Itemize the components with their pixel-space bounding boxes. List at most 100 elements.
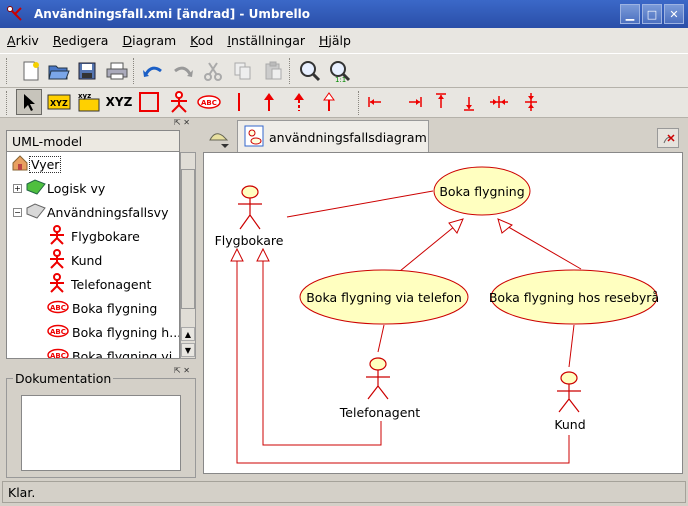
new-document-icon[interactable] bbox=[18, 58, 44, 84]
collapse-icon[interactable]: − bbox=[13, 207, 22, 217]
tree-item-telefonagent[interactable]: Telefonagent bbox=[47, 272, 151, 296]
align-v-center-icon[interactable] bbox=[518, 89, 544, 115]
umbrello-app-icon[interactable] bbox=[4, 3, 26, 25]
tree-item-boka-flygning-hos[interactable]: ABC Boka flygning h... bbox=[47, 321, 179, 343]
paste-icon[interactable] bbox=[260, 58, 286, 84]
svg-text:ABC: ABC bbox=[50, 328, 66, 336]
dock-controls[interactable]: ⇱ ✕ bbox=[174, 118, 190, 127]
new-diagram-icon[interactable] bbox=[207, 126, 233, 150]
tab-anvandningsfallsdiagram[interactable]: användningsfallsdiagram bbox=[237, 120, 429, 153]
dock-controls[interactable]: ⇱ ✕ bbox=[174, 366, 190, 375]
actor-label: Flygbokare bbox=[215, 233, 284, 248]
dashed-arrow-up-icon[interactable] bbox=[286, 89, 312, 115]
menu-kod[interactable]: Kod bbox=[183, 33, 220, 48]
toolbar-grip[interactable] bbox=[6, 91, 9, 115]
generalization-arrowhead bbox=[497, 218, 513, 234]
generalization-line[interactable] bbox=[504, 224, 582, 270]
title-bar: Användningsfall.xmi [ändrad] - Umbrello … bbox=[0, 0, 688, 28]
select-arrow-icon[interactable] bbox=[16, 89, 42, 115]
text-xyz-box-icon[interactable]: XYZ bbox=[46, 89, 72, 115]
documentation-textarea[interactable] bbox=[21, 395, 181, 471]
open-arrow-up-icon[interactable] bbox=[316, 89, 342, 115]
maximize-button[interactable]: □ bbox=[642, 4, 662, 24]
uml-model-pane: ⇱ ✕ UML-model Vyer + Logisk vy − Användn… bbox=[4, 118, 197, 480]
actor-flygbokare[interactable] bbox=[238, 185, 262, 230]
copy-icon[interactable] bbox=[230, 58, 256, 84]
align-left-icon[interactable] bbox=[362, 89, 388, 115]
tree-item-boka-flygning[interactable]: ABC Boka flygning bbox=[47, 297, 157, 319]
tree-item-anvandningsfallsvy[interactable]: − Användningsfallsvy bbox=[13, 201, 168, 223]
toolbar-separator bbox=[358, 91, 361, 115]
toolbar-separator bbox=[133, 58, 136, 84]
expand-icon[interactable]: + bbox=[13, 183, 22, 193]
align-h-center-icon[interactable] bbox=[486, 89, 512, 115]
box-icon[interactable] bbox=[136, 89, 162, 115]
status-bar: Klar. bbox=[2, 481, 686, 503]
actor-label: Kund bbox=[554, 417, 585, 432]
menu-redigera[interactable]: Redigera bbox=[46, 33, 116, 48]
green-folder-icon bbox=[25, 178, 47, 199]
uml-tree: Vyer + Logisk vy − Användningsfallsvy Fl… bbox=[6, 152, 180, 359]
diagram-tabs: användningsfallsdiagram bbox=[203, 120, 683, 153]
undo-icon[interactable] bbox=[140, 58, 166, 84]
align-bottom-icon[interactable] bbox=[456, 89, 482, 115]
svg-text:XYZ: XYZ bbox=[50, 99, 68, 108]
menu-installningar[interactable]: Inställningar bbox=[220, 33, 312, 48]
menu-diagram[interactable]: Diagram bbox=[115, 33, 183, 48]
diagram-canvas[interactable]: Flygbokare Telefonagent Kund Boka flygni… bbox=[203, 152, 683, 474]
diagram-toolbar: XYZ xyz XYZ ABC bbox=[0, 88, 688, 118]
tree-item-boka-flygning-via[interactable]: ABC Boka flygning vi... bbox=[47, 345, 179, 358]
menu-arkiv[interactable]: Arkiv bbox=[0, 33, 46, 48]
actor-icon[interactable] bbox=[166, 89, 192, 115]
grey-folder-icon bbox=[25, 202, 47, 223]
actor-telefonagent[interactable] bbox=[366, 357, 390, 400]
text-xyz-note-icon[interactable]: xyz bbox=[76, 89, 102, 115]
menu-bar: Arkiv Redigera Diagram Kod Inställningar… bbox=[0, 28, 688, 53]
usecase-label: Boka flygning hos resebyrå bbox=[489, 290, 659, 305]
generalization-arrowhead bbox=[230, 247, 244, 262]
window-title: Användningsfall.xmi [ändrad] - Umbrello bbox=[34, 7, 310, 21]
usecase-icon: ABC bbox=[47, 300, 69, 317]
save-icon[interactable] bbox=[74, 58, 100, 84]
tree-item-logisk-vy[interactable]: + Logisk vy bbox=[13, 177, 105, 199]
svg-text:ABC: ABC bbox=[201, 99, 217, 107]
print-icon[interactable] bbox=[104, 58, 130, 84]
association-line[interactable] bbox=[568, 324, 575, 368]
scroll-down-icon[interactable]: ▼ bbox=[181, 343, 195, 357]
align-right-icon[interactable] bbox=[402, 89, 428, 115]
tree-item-vyer[interactable]: Vyer bbox=[11, 153, 62, 175]
usecase-icon: ABC bbox=[47, 324, 69, 341]
usecase-label: Boka flygning bbox=[439, 184, 524, 199]
text-xyz-label[interactable]: XYZ bbox=[104, 89, 134, 115]
main-toolbar: 1:1 bbox=[0, 53, 688, 88]
scroll-up-icon[interactable]: ▲ bbox=[181, 327, 195, 341]
zoom-100-icon[interactable]: 1:1 bbox=[327, 58, 353, 84]
minimize-button[interactable]: ▁ bbox=[620, 4, 640, 24]
open-folder-icon[interactable] bbox=[46, 58, 72, 84]
tree-header[interactable]: UML-model bbox=[6, 130, 180, 152]
generalization-arrowhead bbox=[448, 218, 464, 234]
align-top-icon[interactable] bbox=[428, 89, 454, 115]
cut-icon[interactable] bbox=[200, 58, 226, 84]
association-line[interactable] bbox=[286, 190, 434, 218]
scrollbar-thumb[interactable] bbox=[181, 169, 195, 309]
actor-kund[interactable] bbox=[557, 371, 581, 413]
home-icon bbox=[11, 154, 29, 175]
close-button[interactable]: ✕ bbox=[664, 4, 684, 24]
tree-item-kund[interactable]: Kund bbox=[47, 248, 102, 272]
toolbar-grip[interactable] bbox=[6, 58, 9, 84]
association-line[interactable] bbox=[377, 324, 385, 353]
actor-label: Telefonagent bbox=[339, 405, 421, 420]
redo-icon[interactable] bbox=[170, 58, 196, 84]
actor-icon bbox=[47, 248, 67, 272]
line-icon[interactable] bbox=[226, 89, 252, 115]
tree-item-flygbokare[interactable]: Flygbokare bbox=[47, 224, 140, 247]
svg-text:xyz: xyz bbox=[78, 92, 91, 100]
arrow-up-icon[interactable] bbox=[256, 89, 282, 115]
menu-hjalp[interactable]: Hjälp bbox=[312, 33, 358, 48]
actor-icon bbox=[47, 272, 67, 296]
usecase-icon[interactable]: ABC bbox=[196, 89, 222, 115]
zoom-in-icon[interactable] bbox=[297, 58, 323, 84]
close-tab-icon[interactable] bbox=[657, 128, 679, 148]
tree-scrollbar[interactable]: ▲ ▼ bbox=[180, 152, 196, 359]
